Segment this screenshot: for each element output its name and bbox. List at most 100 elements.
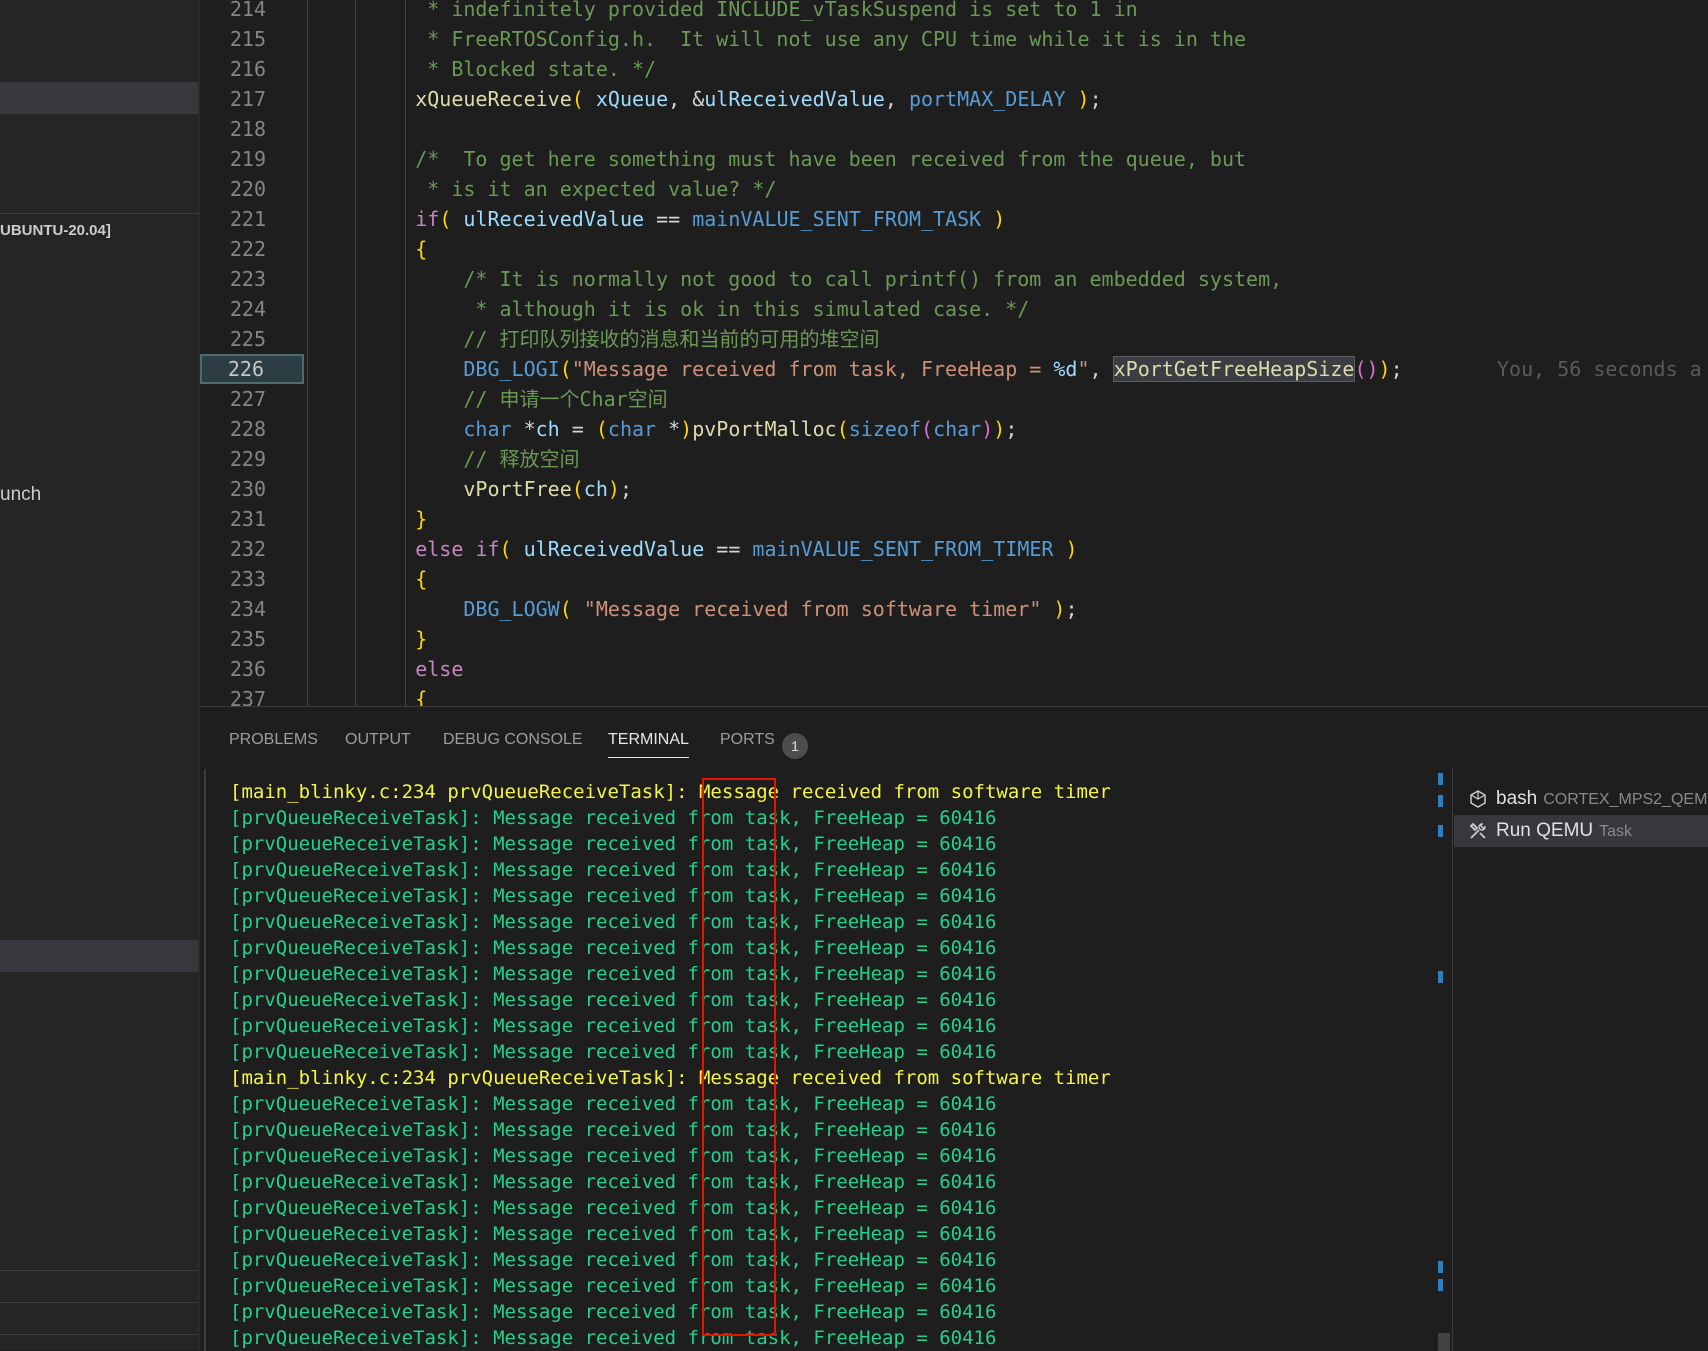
terminal-list-splitter[interactable] (1452, 769, 1453, 1351)
tab-output[interactable]: OUTPUT (345, 723, 411, 757)
code-area[interactable]: * indefinitely provided INCLUDE_vTaskSus… (355, 0, 1708, 706)
terminal-line: [prvQueueReceiveTask]: Message received … (230, 885, 997, 907)
code-line[interactable]: vPortFree(ch); (355, 474, 632, 504)
tab-terminal[interactable]: TERMINAL (608, 723, 689, 758)
terminal-line: [main_blinky.c:234 prvQueueReceiveTask]:… (230, 1067, 1111, 1089)
code-line[interactable]: } (355, 504, 427, 534)
sidebar-divider (0, 213, 198, 214)
code-line[interactable]: { (355, 564, 427, 594)
terminal-output[interactable]: [main_blinky.c:234 prvQueueReceiveTask]:… (200, 769, 1450, 1351)
code-line[interactable]: } (355, 624, 427, 654)
terminal-line: [prvQueueReceiveTask]: Message received … (230, 1249, 997, 1271)
terminal-line: [prvQueueReceiveTask]: Message received … (230, 963, 997, 985)
terminal-line: [prvQueueReceiveTask]: Message received … (230, 989, 997, 1011)
terminal-item-run-qemu[interactable]: Run QEMU Task (1454, 815, 1708, 847)
sidebar-highlight-row[interactable] (0, 940, 198, 972)
terminal-line: [main_blinky.c:234 prvQueueReceiveTask]:… (230, 781, 1111, 803)
code-line[interactable]: xQueueReceive( xQueue, &ulReceivedValue,… (355, 84, 1101, 114)
terminal-line: [prvQueueReceiveTask]: Message received … (230, 833, 997, 855)
scrollbar-marker (1438, 773, 1443, 785)
line-number[interactable]: 215 (200, 24, 304, 54)
code-line[interactable]: DBG_LOGI("Message received from task, Fr… (355, 354, 1403, 384)
terminal-line: [prvQueueReceiveTask]: Message received … (230, 1171, 997, 1193)
line-number[interactable]: 214 (200, 0, 304, 24)
code-line[interactable]: * FreeRTOSConfig.h. It will not use any … (355, 24, 1246, 54)
terminal-icon (1468, 789, 1488, 809)
code-line[interactable]: // 打印队列接收的消息和当前的可用的堆空间 (355, 324, 879, 354)
code-line[interactable]: // 申请一个Char空间 (355, 384, 667, 414)
line-number[interactable]: 234 (200, 594, 304, 624)
terminal-name: Run QEMU (1496, 820, 1594, 841)
code-line[interactable]: // 释放空间 (355, 444, 579, 474)
code-line[interactable]: if( ulReceivedValue == mainVALUE_SENT_FR… (355, 204, 1005, 234)
line-number[interactable]: 229 (200, 444, 304, 474)
line-number[interactable]: 230 (200, 474, 304, 504)
terminal-line: [prvQueueReceiveTask]: Message received … (230, 1119, 997, 1141)
ports-count-badge: 1 (782, 733, 808, 759)
explorer-sidebar: UBUNTU-20.04] unch (0, 0, 198, 1350)
code-line[interactable]: DBG_LOGW( "Message received from softwar… (355, 594, 1077, 624)
line-number[interactable]: 216 (200, 54, 304, 84)
terminal-item-bash[interactable]: bash CORTEX_MPS2_QEMU (1454, 783, 1708, 815)
line-number[interactable]: 219 (200, 144, 304, 174)
terminal-line: [prvQueueReceiveTask]: Message received … (230, 1197, 997, 1219)
terminal-line: [prvQueueReceiveTask]: Message received … (230, 1041, 997, 1063)
sidebar-highlight-row[interactable] (0, 82, 198, 114)
line-number[interactable]: 232 (200, 534, 304, 564)
line-number[interactable]: 235 (200, 624, 304, 654)
tab-problems[interactable]: PROBLEMS (229, 723, 318, 757)
tab-debug-console[interactable]: DEBUG CONSOLE (443, 723, 583, 757)
line-number[interactable]: 231 (200, 504, 304, 534)
code-line[interactable]: /* To get here something must have been … (355, 144, 1246, 174)
line-number[interactable]: 236 (200, 654, 304, 684)
code-editor[interactable]: 214 215 216 217 218 219 220 221 222 223 224 225 226 2… (200, 0, 1708, 706)
git-blame-annotation: You, 56 seconds a (1497, 357, 1702, 381)
scrollbar-marker (1438, 795, 1443, 807)
terminal-detail: CORTEX_MPS2_QEMU (1543, 791, 1708, 808)
terminal-line: [prvQueueReceiveTask]: Message received … (230, 937, 997, 959)
terminal-scrollbar-thumb[interactable] (1438, 1333, 1450, 1351)
terminal-line: [prvQueueReceiveTask]: Message received … (230, 1301, 997, 1323)
terminal-line: [prvQueueReceiveTask]: Message received … (230, 859, 997, 881)
terminal-line: [prvQueueReceiveTask]: Message received … (230, 1327, 997, 1349)
sidebar-divider (0, 1302, 198, 1303)
line-number[interactable]: 222 (200, 234, 304, 264)
terminal-detail: Task (1599, 823, 1633, 840)
scrollbar-marker (1438, 825, 1443, 837)
code-line[interactable]: char *ch = (char *)pvPortMalloc(sizeof(c… (355, 414, 1017, 444)
line-number[interactable]: 217 (200, 84, 304, 114)
code-line[interactable]: else (355, 654, 463, 684)
sidebar-item-label[interactable]: unch (0, 484, 41, 506)
code-line[interactable]: /* It is normally not good to call print… (355, 264, 1282, 294)
terminal-line: [prvQueueReceiveTask]: Message received … (230, 1093, 997, 1115)
line-number[interactable]: 228 (200, 414, 304, 444)
line-number[interactable]: 237 (200, 684, 304, 706)
code-line[interactable]: * Blocked state. */ (355, 54, 656, 84)
scrollbar-marker (1438, 1261, 1443, 1273)
terminal-list: bash CORTEX_MPS2_QEMU Run QEMU Task (1454, 769, 1708, 1351)
line-number[interactable]: 220 (200, 174, 304, 204)
terminal-line: [prvQueueReceiveTask]: Message received … (230, 1223, 997, 1245)
tab-ports[interactable]: PORTS (720, 723, 775, 757)
line-number[interactable]: 223 (200, 264, 304, 294)
terminal-line: [prvQueueReceiveTask]: Message received … (230, 807, 997, 829)
scrollbar-marker (1438, 1279, 1443, 1291)
terminal-line: [prvQueueReceiveTask]: Message received … (230, 911, 997, 933)
bottom-panel: PROBLEMS OUTPUT DEBUG CONSOLE TERMINAL P… (200, 706, 1708, 1351)
code-line[interactable]: { (355, 684, 427, 706)
line-number[interactable]: 224 (200, 294, 304, 324)
code-line[interactable]: { (355, 234, 427, 264)
line-number[interactable]: 221 (200, 204, 304, 234)
code-line[interactable]: * indefinitely provided INCLUDE_vTaskSus… (355, 0, 1137, 24)
line-number[interactable]: 227 (200, 384, 304, 414)
line-number[interactable]: 226 (200, 354, 304, 384)
code-line[interactable]: * is it an expected value? */ (355, 174, 776, 204)
code-line[interactable]: * although it is ok in this simulated ca… (355, 294, 1029, 324)
sidebar-divider (0, 1334, 198, 1335)
line-number[interactable]: 225 (200, 324, 304, 354)
line-number[interactable]: 233 (200, 564, 304, 594)
code-line[interactable]: else if( ulReceivedValue == mainVALUE_SE… (355, 534, 1077, 564)
sidebar-section-label[interactable]: UBUNTU-20.04] (0, 222, 111, 239)
line-number[interactable]: 218 (200, 114, 304, 144)
freeheap-highlight-box (702, 778, 776, 1336)
